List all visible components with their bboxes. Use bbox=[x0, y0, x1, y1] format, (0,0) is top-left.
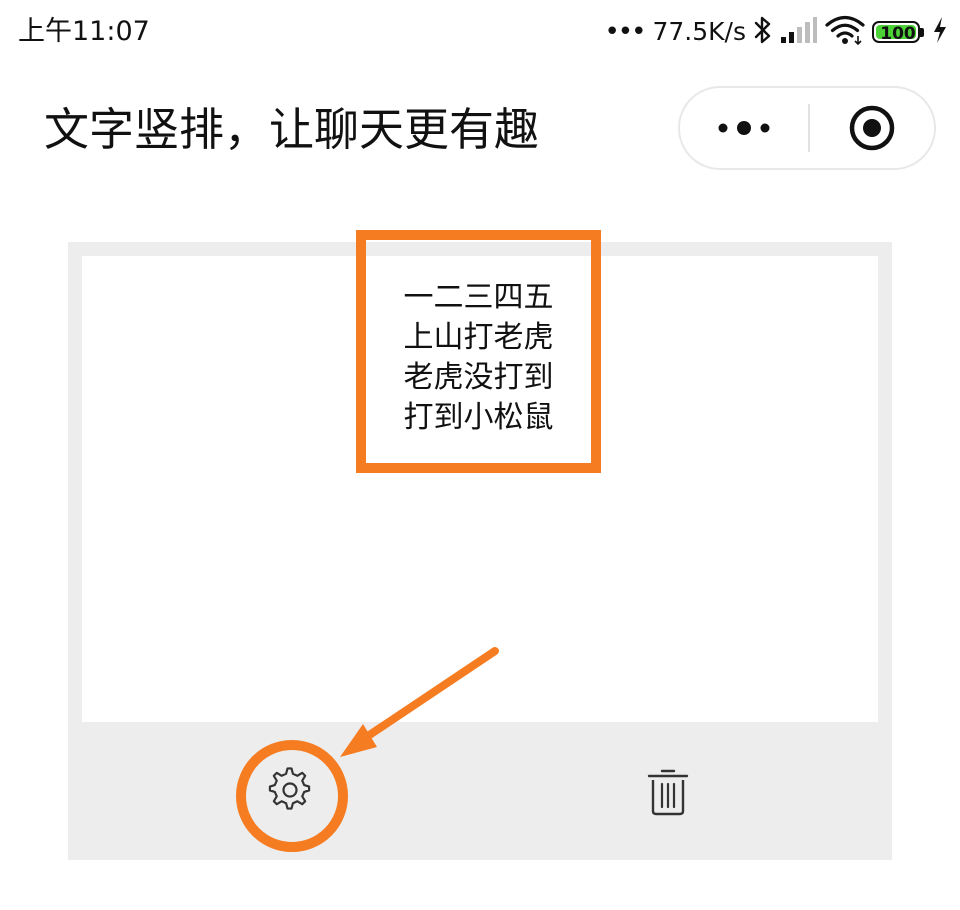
status-time: 上午11:07 bbox=[18, 16, 150, 47]
highlight-box: 一二三四五 上山打老虎 老虎没打到 打到小松鼠 bbox=[356, 230, 601, 473]
bluetooth-icon bbox=[752, 15, 774, 49]
signal-icon bbox=[780, 16, 818, 48]
mini-program-capsule bbox=[678, 86, 936, 170]
text-line: 一二三四五 bbox=[403, 280, 554, 315]
status-indicators: ••• 77.5K/s 100 bbox=[604, 14, 948, 50]
close-button[interactable] bbox=[810, 88, 934, 168]
vertical-text-preview: 一二三四五 上山打老虎 老虎没打到 打到小松鼠 bbox=[366, 278, 591, 438]
text-line: 老虎没打到 bbox=[403, 360, 554, 395]
editor-toolbar bbox=[68, 722, 892, 860]
battery-level: 100 bbox=[880, 24, 916, 43]
page-title: 文字竖排，让聊天更有趣 bbox=[44, 103, 540, 156]
more-dots-indicator: ••• bbox=[604, 17, 646, 47]
trash-icon bbox=[647, 769, 689, 816]
callout-circle bbox=[236, 740, 348, 852]
battery-icon: 100 bbox=[872, 19, 926, 45]
charging-icon bbox=[932, 16, 948, 48]
text-line: 上山打老虎 bbox=[403, 320, 554, 355]
more-icon bbox=[718, 121, 770, 135]
close-target-icon bbox=[849, 105, 895, 151]
network-speed: 77.5K/s bbox=[652, 17, 746, 46]
wifi-icon bbox=[824, 14, 866, 50]
status-bar: 上午11:07 ••• 77.5K/s 100 bbox=[0, 0, 960, 66]
delete-button[interactable] bbox=[642, 764, 694, 820]
text-line: 打到小松鼠 bbox=[403, 400, 554, 435]
more-button[interactable] bbox=[680, 88, 808, 168]
